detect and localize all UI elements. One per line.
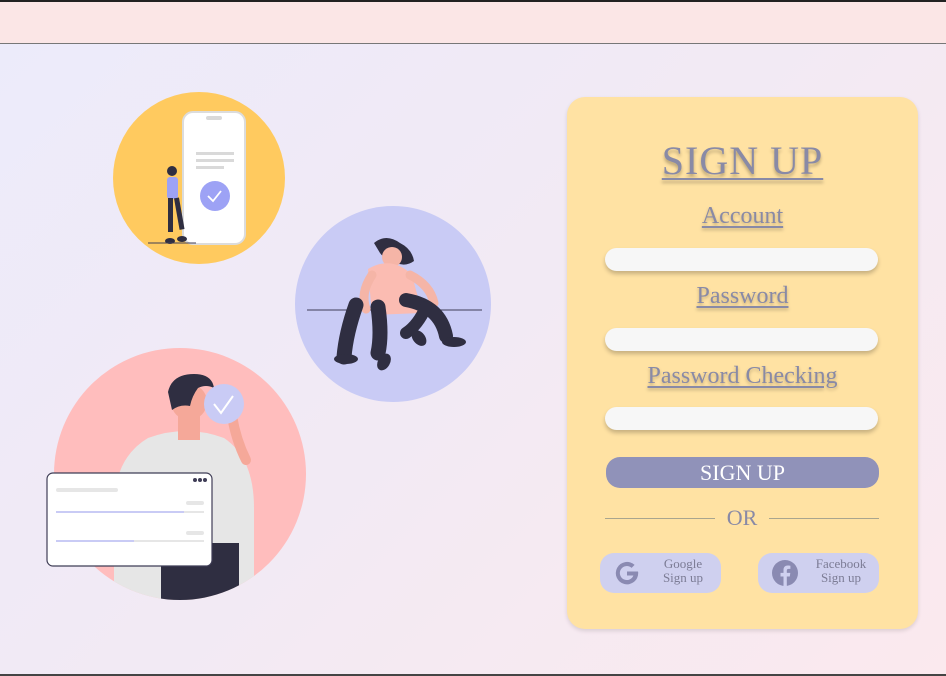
or-divider: OR [605,505,879,533]
facebook-action-label: Sign up [820,570,862,585]
signup-title: SIGN UP [661,138,824,183]
facebook-signup-button[interactable]: Facebook Sign up [758,553,879,593]
google-signup-button[interactable]: Google Sign up [600,553,721,593]
or-text: OR [726,505,758,530]
google-icon [615,561,639,585]
phone-verification-illustration [112,91,287,266]
divider-line-left [605,518,715,519]
google-provider-label: Google [663,556,703,571]
divider-line-right [769,518,879,519]
sitting-person-illustration [294,205,492,403]
password-check-input[interactable] [605,407,878,430]
password-input[interactable] [605,328,878,351]
google-action-label: Sign up [662,570,704,585]
password-label: Password [696,283,789,309]
signup-card: SIGN UP Account Password Password Checki… [567,97,918,629]
facebook-provider-label: Facebook [815,556,867,571]
facebook-icon [772,560,798,586]
account-input[interactable] [605,248,878,271]
approval-person-illustration [46,348,308,600]
signup-button[interactable]: SIGN UP [606,457,879,488]
account-label: Account [701,203,784,229]
top-bar [0,0,946,44]
password-check-label: Password Checking [647,363,838,389]
